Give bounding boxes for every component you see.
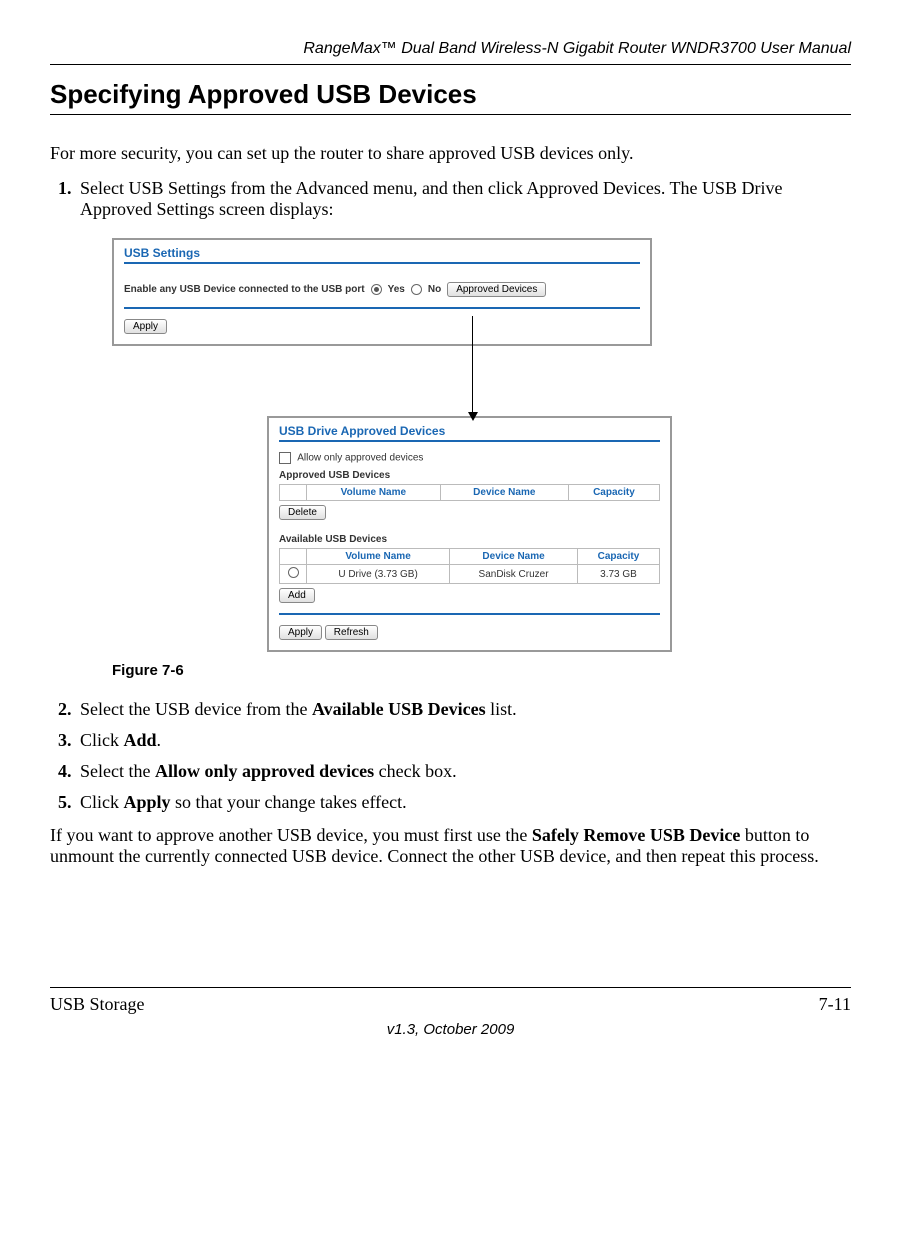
- col-volume-2: Volume Name: [307, 549, 450, 565]
- allow-only-label: Allow only approved devices: [297, 453, 423, 464]
- apply-button-panel2[interactable]: Apply: [279, 625, 322, 640]
- after-b: Safely Remove USB Device: [532, 825, 740, 845]
- step-5-a: Click: [80, 792, 124, 812]
- step-4: Select the Allow only approved devices c…: [76, 761, 851, 782]
- cell-volume: U Drive (3.73 GB): [307, 565, 450, 584]
- footer-left: USB Storage: [50, 994, 145, 1015]
- delete-button[interactable]: Delete: [279, 505, 326, 520]
- doc-header-title: RangeMax™ Dual Band Wireless-N Gigabit R…: [50, 40, 851, 58]
- section-heading: Specifying Approved USB Devices: [50, 79, 851, 110]
- section-rule: [50, 114, 851, 115]
- col-volume: Volume Name: [307, 485, 441, 501]
- step-1-text: Select USB Settings from the Advanced me…: [80, 178, 783, 219]
- page-footer: USB Storage 7-11 v1.3, October 2009: [50, 987, 851, 1038]
- cell-capacity: 3.73 GB: [577, 565, 659, 584]
- approved-devices-panel: USB Drive Approved Devices Allow only ap…: [267, 416, 672, 652]
- add-button[interactable]: Add: [279, 588, 315, 603]
- approved-devices-table: Volume Name Device Name Capacity: [279, 484, 660, 501]
- usb-settings-panel: USB Settings Enable any USB Device conne…: [112, 238, 652, 346]
- after-a: If you want to approve another USB devic…: [50, 825, 532, 845]
- step-4-c: check box.: [374, 761, 456, 781]
- step-4-b: Allow only approved devices: [155, 761, 374, 781]
- footer-version: v1.3, October 2009: [50, 1021, 851, 1038]
- allow-only-checkbox[interactable]: [279, 452, 291, 464]
- radio-yes-label: Yes: [388, 284, 405, 295]
- figure-caption: Figure 7-6: [112, 662, 851, 679]
- available-usb-label: Available USB Devices: [279, 534, 660, 545]
- panel1-rule-1: [124, 262, 640, 264]
- step-3-c: .: [157, 730, 162, 750]
- step-5-c: so that your change takes effect.: [171, 792, 407, 812]
- available-devices-table: Volume Name Device Name Capacity U Drive…: [279, 548, 660, 584]
- footer-rule: [50, 987, 851, 988]
- col-capacity-2: Capacity: [577, 549, 659, 565]
- after-note: If you want to approve another USB devic…: [50, 825, 851, 867]
- panel2-rule: [279, 440, 660, 442]
- step-2-b: Available USB Devices: [312, 699, 486, 719]
- step-2-a: Select the USB device from the: [80, 699, 312, 719]
- step-5: Click Apply so that your change takes ef…: [76, 792, 851, 813]
- table-row[interactable]: U Drive (3.73 GB) SanDisk Cruzer 3.73 GB: [280, 565, 660, 584]
- row-radio[interactable]: [288, 567, 299, 578]
- panel1-rule-2: [124, 307, 640, 309]
- col-device-2: Device Name: [450, 549, 578, 565]
- intro-paragraph: For more security, you can set up the ro…: [50, 143, 851, 164]
- enable-usb-row: Enable any USB Device connected to the U…: [124, 282, 640, 297]
- footer-right: 7-11: [819, 994, 851, 1015]
- usb-settings-title: USB Settings: [124, 246, 640, 260]
- approved-usb-label: Approved USB Devices: [279, 470, 660, 481]
- arrow-connector: [472, 346, 474, 416]
- col-device: Device Name: [440, 485, 568, 501]
- step-5-b: Apply: [124, 792, 171, 812]
- col-capacity: Capacity: [568, 485, 659, 501]
- step-2: Select the USB device from the Available…: [76, 699, 851, 720]
- radio-no[interactable]: [411, 284, 422, 295]
- allow-only-row: Allow only approved devices: [279, 452, 660, 464]
- apply-button-panel1[interactable]: Apply: [124, 319, 167, 334]
- footer-line-1: USB Storage 7-11: [50, 994, 851, 1015]
- steps-list: Select USB Settings from the Advanced me…: [50, 178, 851, 813]
- table-header-row: Volume Name Device Name Capacity: [280, 485, 660, 501]
- approved-devices-title: USB Drive Approved Devices: [279, 424, 660, 438]
- refresh-button[interactable]: Refresh: [325, 625, 378, 640]
- table-header-row: Volume Name Device Name Capacity: [280, 549, 660, 565]
- enable-usb-label: Enable any USB Device connected to the U…: [124, 284, 365, 295]
- radio-no-label: No: [428, 284, 441, 295]
- step-2-c: list.: [486, 699, 517, 719]
- approved-devices-button[interactable]: Approved Devices: [447, 282, 546, 297]
- figure-screenshot: USB Settings Enable any USB Device conne…: [112, 238, 672, 652]
- step-3-b: Add: [124, 730, 157, 750]
- radio-yes[interactable]: [371, 284, 382, 295]
- step-1: Select USB Settings from the Advanced me…: [76, 178, 851, 679]
- step-3-a: Click: [80, 730, 124, 750]
- cell-device: SanDisk Cruzer: [450, 565, 578, 584]
- panel2-button-row: Apply Refresh: [279, 625, 660, 640]
- step-3: Click Add.: [76, 730, 851, 751]
- panel2-rule-2: [279, 613, 660, 615]
- step-4-a: Select the: [80, 761, 155, 781]
- header-rule: [50, 64, 851, 65]
